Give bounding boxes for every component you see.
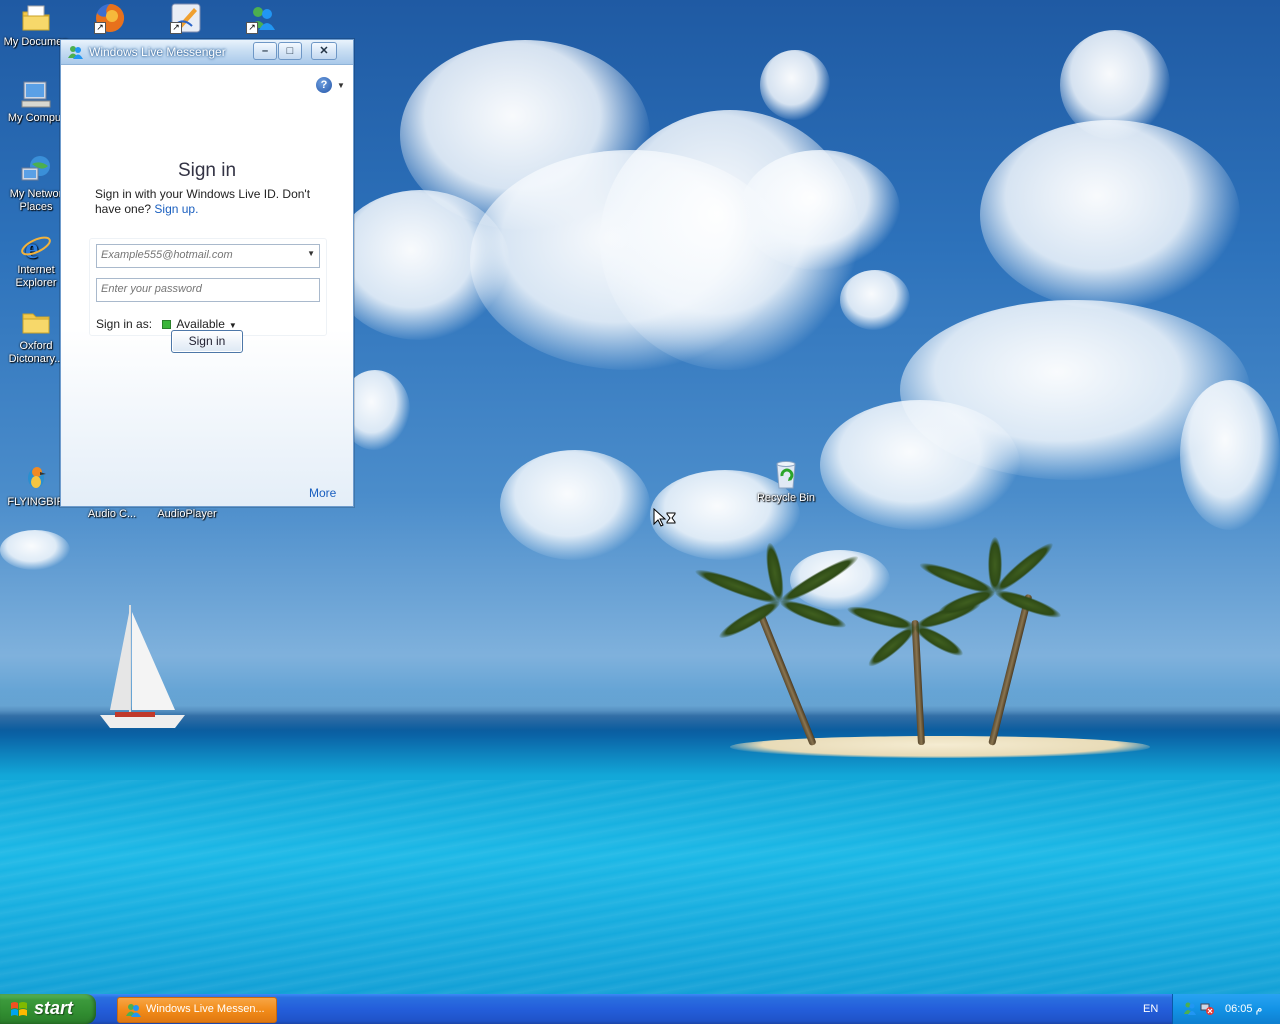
svg-text:e: e	[25, 232, 38, 262]
bird-icon	[20, 462, 52, 494]
shortcut-arrow-icon: ↗	[94, 22, 106, 34]
maximize-button[interactable]: □	[278, 42, 302, 60]
password-field[interactable]	[96, 278, 320, 302]
signin-description-text: Sign in with your Windows Live ID. Don't…	[95, 187, 311, 216]
signin-heading: Sign in	[177, 160, 237, 181]
email-input[interactable]	[97, 245, 297, 265]
window-title: Windows Live Messenger	[89, 45, 226, 59]
taskbar-button-label: Windows Live Messen...	[146, 1003, 265, 1015]
close-icon: ✕	[319, 45, 329, 57]
messenger-app-icon	[68, 46, 83, 59]
signin-form: ▼ Sign in as: Available▼	[89, 238, 327, 336]
island	[730, 736, 1150, 758]
window-content: ? ▼ Sign in Sign in with your Windows Li…	[61, 65, 353, 506]
desktop-icon-messenger[interactable]: ↗	[225, 2, 299, 36]
start-button[interactable]: start	[0, 994, 96, 1024]
my-documents-icon	[20, 2, 52, 34]
taskbar-button-messenger[interactable]: Windows Live Messen...	[117, 997, 277, 1023]
window-titlebar[interactable]: Windows Live Messenger – □ ✕	[61, 40, 353, 65]
taskbar: start Windows Live Messen... EN 06:05 م	[0, 994, 1280, 1024]
clock[interactable]: 06:05 م	[1225, 1002, 1262, 1015]
windows-flag-icon	[11, 1002, 27, 1016]
email-field[interactable]: ▼	[96, 244, 320, 268]
signin-button[interactable]: Sign in	[171, 330, 243, 353]
desktop-icon-editor[interactable]: ↗	[149, 2, 223, 36]
network-warning-tray-icon[interactable]	[1200, 1001, 1214, 1015]
close-button[interactable]: ✕	[311, 42, 337, 60]
messenger-people-icon: ↗	[246, 2, 278, 34]
messenger-window[interactable]: Windows Live Messenger – □ ✕ ? ▼ Sign in…	[60, 39, 354, 507]
maximize-icon: □	[286, 45, 294, 57]
network-places-icon	[20, 154, 52, 186]
language-indicator[interactable]: EN	[1143, 1003, 1158, 1015]
password-input[interactable]	[97, 279, 297, 299]
status-available-icon	[162, 320, 172, 330]
desktop-icon-audioplayer[interactable]: AudioPlayer	[150, 508, 224, 521]
desktop-icon-audio-converter[interactable]: Audio C...	[75, 508, 149, 521]
status-selector[interactable]: Available ▼	[155, 317, 237, 331]
sign-in-as-label: Sign in as:	[96, 317, 153, 331]
busy-cursor-icon	[653, 508, 676, 527]
desktop-icon-firefox[interactable]: ↗	[73, 2, 147, 36]
my-computer-icon	[20, 78, 52, 110]
folder-icon	[20, 306, 52, 338]
help-button[interactable]: ?	[316, 77, 332, 93]
shortcut-arrow-icon: ↗	[246, 22, 258, 34]
status-value: Available	[176, 317, 225, 331]
email-dropdown-icon[interactable]: ▼	[307, 249, 315, 258]
recycle-bin-icon	[770, 458, 802, 490]
minimize-icon: –	[261, 45, 269, 57]
more-link[interactable]: More	[309, 486, 336, 500]
system-tray: 06:05 م	[1172, 994, 1280, 1024]
messenger-app-icon	[126, 1004, 141, 1017]
signup-link[interactable]: Sign up.	[154, 202, 198, 216]
firefox-icon: ↗	[94, 2, 126, 34]
sign-in-as-row: Sign in as: Available ▼	[96, 317, 237, 331]
internet-explorer-icon: e	[20, 230, 52, 265]
desktop-icon-recycle-bin[interactable]: Recycle Bin	[749, 458, 823, 505]
sailboat	[100, 605, 185, 728]
help-dropdown-icon[interactable]: ▼	[337, 81, 345, 90]
shortcut-arrow-icon: ↗	[170, 22, 182, 34]
editor-icon: ↗	[170, 2, 202, 34]
start-label: start	[34, 998, 74, 1018]
signin-description: Sign in with your Windows Live ID. Don't…	[95, 187, 325, 217]
messenger-tray-icon[interactable]	[1183, 1001, 1197, 1015]
status-dropdown-icon: ▼	[228, 321, 237, 330]
minimize-button[interactable]: –	[253, 42, 277, 60]
